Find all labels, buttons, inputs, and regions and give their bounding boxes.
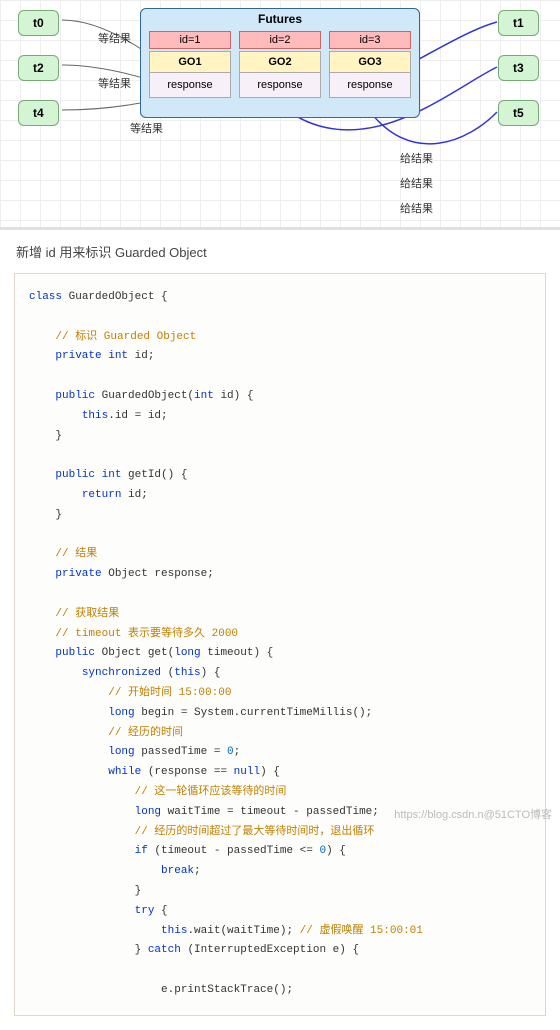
futures-diagram: t0 t2 t4 t1 t3 t5 等结果 等结果 等结果 给结果 给结果 给结… (0, 0, 560, 230)
go-cell: GO1 (150, 52, 230, 73)
wait-label: 等结果 (98, 30, 131, 46)
id-cell: id=1 (149, 31, 231, 49)
id-cell: id=2 (239, 31, 321, 49)
futures-title: Futures (141, 9, 419, 29)
go-cell: GO3 (330, 52, 410, 73)
wait-label: 等结果 (98, 75, 131, 91)
watermark: https://blog.csdn.n@51CTO博客 (394, 806, 552, 822)
give-label: 给结果 (400, 200, 433, 216)
thread-node: t3 (498, 55, 539, 81)
give-label: 给结果 (400, 175, 433, 191)
thread-node: t1 (498, 10, 539, 36)
thread-node: t4 (18, 100, 59, 126)
code-block: class GuardedObject { // 标识 Guarded Obje… (14, 273, 546, 1016)
go-cell: GO2 (240, 52, 320, 73)
futures-container: Futures id=1 GO1response id=2 GO2respons… (140, 8, 420, 118)
id-cell: id=3 (329, 31, 411, 49)
give-label: 给结果 (400, 150, 433, 166)
wait-label: 等结果 (130, 120, 163, 136)
resp-cell: response (150, 73, 230, 97)
thread-node: t2 (18, 55, 59, 81)
resp-cell: response (240, 73, 320, 97)
thread-node: t0 (18, 10, 59, 36)
future-col: id=3 GO3response (329, 31, 411, 98)
future-col: id=2 GO2response (239, 31, 321, 98)
future-col: id=1 GO1response (149, 31, 231, 98)
resp-cell: response (330, 73, 410, 97)
thread-node: t5 (498, 100, 539, 126)
caption-text: 新增 id 用来标识 Guarded Object (0, 230, 560, 273)
